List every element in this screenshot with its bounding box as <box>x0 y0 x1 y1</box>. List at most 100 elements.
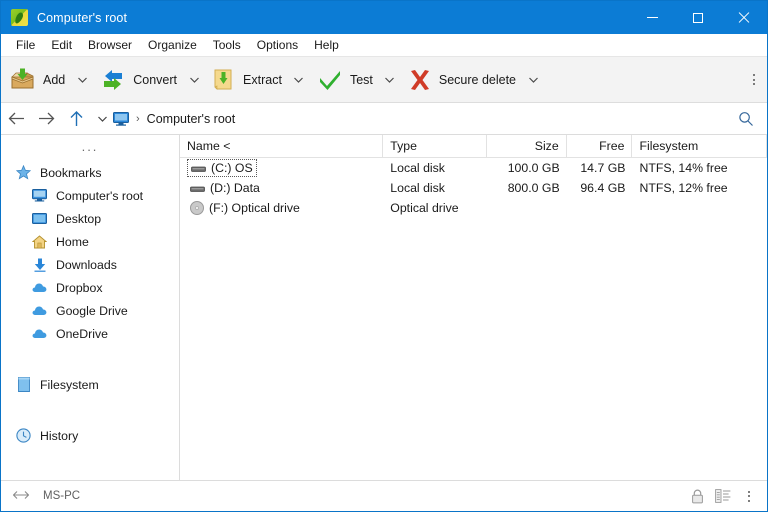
sidebar-item-google-drive[interactable]: Google Drive <box>1 299 179 322</box>
extract-button[interactable]: Extract <box>204 60 289 99</box>
sidebar-item-label: Home <box>56 234 89 249</box>
add-button[interactable]: Add <box>1 60 72 99</box>
list-view-icon[interactable] <box>711 481 735 511</box>
convert-dropdown-caret[interactable] <box>184 60 204 99</box>
status-bar: MS-PC <box>1 480 767 511</box>
sidebar: ... Bookmarks Computer's root Desktop Ho… <box>1 135 180 480</box>
cell-filesystem: NTFS, 14% free <box>639 161 728 175</box>
home-icon <box>31 234 48 250</box>
cloud-icon <box>31 326 48 342</box>
breadcrumb-path[interactable]: Computer's root <box>147 112 236 126</box>
menu-edit[interactable]: Edit <box>43 36 80 54</box>
sidebar-item-home[interactable]: Home <box>1 230 179 253</box>
menu-options[interactable]: Options <box>249 36 306 54</box>
toolbar-overflow-button[interactable] <box>745 57 763 102</box>
close-button[interactable] <box>721 1 767 34</box>
checkmark-icon <box>318 69 342 91</box>
menu-browser[interactable]: Browser <box>80 36 140 54</box>
sidebar-item-computers-root[interactable]: Computer's root <box>1 184 179 207</box>
secure-delete-dropdown-caret[interactable] <box>523 60 543 99</box>
name-box: (F:) Optical drive <box>187 200 303 216</box>
cell-name[interactable]: (C:) OS <box>180 158 383 178</box>
table-row[interactable]: (D:) Data Local disk 800.0 GB 96.4 GB NT… <box>180 178 767 198</box>
search-icon <box>739 111 753 126</box>
toolbar-group-secure-delete: Secure delete <box>400 57 543 102</box>
add-box-icon <box>10 68 35 91</box>
cell-type: Local disk <box>390 161 445 175</box>
download-arrow-icon <box>31 257 48 273</box>
search-button[interactable] <box>733 103 759 134</box>
cell-name-text: (F:) Optical drive <box>209 201 300 215</box>
optical-disc-icon <box>190 201 204 215</box>
forward-button[interactable] <box>31 103 61 134</box>
menu-file[interactable]: File <box>8 36 43 54</box>
hard-drive-icon <box>191 162 206 175</box>
sidebar-item-label: Google Drive <box>56 303 128 318</box>
menu-organize[interactable]: Organize <box>140 36 205 54</box>
hard-drive-icon <box>190 182 205 195</box>
sidebar-item-history[interactable]: History <box>1 424 179 447</box>
window-controls <box>629 1 767 34</box>
cell-name[interactable]: (F:) Optical drive <box>180 198 383 218</box>
menu-help[interactable]: Help <box>306 36 347 54</box>
cell-name[interactable]: (D:) Data <box>180 178 383 198</box>
sidebar-item-label: History <box>40 428 79 443</box>
lock-icon[interactable] <box>685 481 709 511</box>
status-right <box>685 481 761 511</box>
cell-size: 100.0 GB <box>507 161 560 175</box>
convert-button-label: Convert <box>133 72 178 87</box>
file-rows: (C:) OS Local disk 100.0 GB 14.7 GB NTFS… <box>180 158 767 480</box>
cloud-icon <box>31 303 48 319</box>
sidebar-item-desktop[interactable]: Desktop <box>1 207 179 230</box>
breadcrumb-separator: › <box>136 112 140 125</box>
add-button-label: Add <box>43 72 66 87</box>
history-dropdown-caret[interactable] <box>91 103 113 134</box>
column-header-size[interactable]: Size <box>487 135 567 157</box>
test-button[interactable]: Test <box>309 60 380 99</box>
back-button[interactable] <box>1 103 31 134</box>
add-dropdown-caret[interactable] <box>72 60 92 99</box>
extract-folder-icon <box>213 68 235 91</box>
secure-delete-button[interactable]: Secure delete <box>400 60 523 99</box>
column-header-name[interactable]: Name < <box>180 135 384 157</box>
cell-type: Local disk <box>390 181 445 195</box>
test-dropdown-caret[interactable] <box>380 60 400 99</box>
column-header-filesystem[interactable]: Filesystem <box>632 135 767 157</box>
more-options-icon <box>748 490 750 502</box>
cell-free <box>567 198 633 218</box>
sidebar-item-downloads[interactable]: Downloads <box>1 253 179 276</box>
column-header-type[interactable]: Type <box>383 135 487 157</box>
toolbar-group-add: Add <box>1 57 92 102</box>
up-button[interactable] <box>61 103 91 134</box>
sidebar-item-label: Bookmarks <box>40 165 102 180</box>
sidebar-ellipsis[interactable]: ... <box>1 135 179 161</box>
sidebar-item-filesystem[interactable]: Filesystem <box>1 373 179 396</box>
horizontal-resize-icon[interactable] <box>12 489 30 503</box>
extract-dropdown-caret[interactable] <box>289 60 309 99</box>
sidebar-item-label: OneDrive <box>56 326 108 341</box>
sidebar-item-onedrive[interactable]: OneDrive <box>1 322 179 345</box>
red-x-icon <box>409 69 431 91</box>
maximize-button[interactable] <box>675 1 721 34</box>
sidebar-item-label: Dropbox <box>56 280 103 295</box>
sidebar-item-bookmarks[interactable]: Bookmarks <box>1 161 179 184</box>
convert-button[interactable]: Convert <box>92 60 184 99</box>
cell-size: 800.0 GB <box>507 181 560 195</box>
main-toolbar: Add Convert Extract Test Secure delete <box>1 57 767 103</box>
sidebar-item-dropbox[interactable]: Dropbox <box>1 276 179 299</box>
cell-type: Optical drive <box>390 201 459 215</box>
menu-tools[interactable]: Tools <box>205 36 249 54</box>
cell-name-text: (C:) OS <box>211 161 253 175</box>
close-icon <box>738 12 750 24</box>
sidebar-item-label: Downloads <box>56 257 117 272</box>
computer-monitor-icon[interactable] <box>113 111 129 126</box>
menu-bar: File Edit Browser Organize Tools Options… <box>1 34 767 57</box>
minimize-button[interactable] <box>629 1 675 34</box>
toolbar-group-test: Test <box>309 57 400 102</box>
column-header-free[interactable]: Free <box>567 135 633 157</box>
cell-free: 96.4 GB <box>580 181 626 195</box>
table-row[interactable]: (F:) Optical drive Optical drive <box>180 198 767 218</box>
table-row[interactable]: (C:) OS Local disk 100.0 GB 14.7 GB NTFS… <box>180 158 767 178</box>
status-more-options-button[interactable] <box>737 481 761 511</box>
